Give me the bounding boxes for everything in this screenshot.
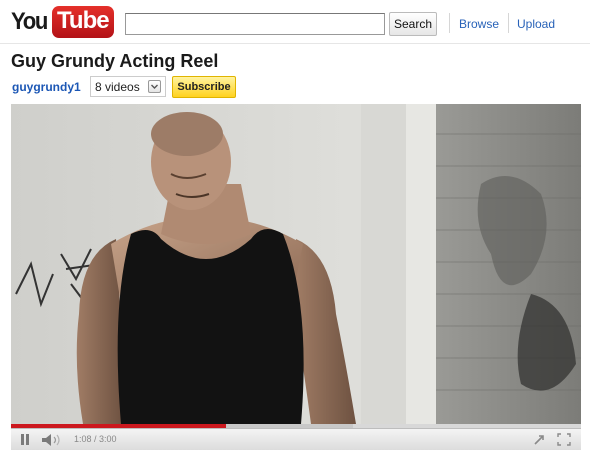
video-title: Guy Grundy Acting Reel — [11, 51, 219, 71]
video-still-image — [11, 104, 581, 424]
logo-you-text: You — [11, 8, 48, 35]
upload-link[interactable]: Upload — [517, 17, 555, 31]
time-readout: 1:08 / 3:00 — [74, 434, 117, 444]
fullscreen-icon[interactable] — [557, 433, 571, 450]
chevron-down-icon — [148, 80, 161, 93]
nav-divider — [449, 13, 450, 33]
player-controls: 1:08 / 3:00 — [11, 428, 581, 450]
video-player[interactable]: 1:08 / 3:00 — [11, 104, 581, 450]
video-frame[interactable] — [11, 104, 581, 424]
pause-icon[interactable] — [19, 433, 31, 450]
volume-icon[interactable] — [41, 433, 65, 450]
subscribe-button[interactable]: Subscribe — [172, 76, 236, 98]
channel-link[interactable]: guygrundy1 — [12, 80, 81, 94]
browse-link[interactable]: Browse — [459, 17, 499, 31]
logo-tube-text: Tube — [52, 6, 114, 38]
masthead: You Tube Search Browse Upload — [0, 0, 590, 44]
videos-count-label: 8 videos — [95, 79, 140, 94]
search-button[interactable]: Search — [389, 12, 437, 36]
popout-icon[interactable] — [533, 433, 547, 450]
youtube-logo[interactable]: You Tube — [11, 5, 114, 39]
videos-dropdown[interactable]: 8 videos — [90, 76, 166, 97]
nav-divider — [508, 13, 509, 33]
search-input[interactable] — [125, 13, 385, 35]
